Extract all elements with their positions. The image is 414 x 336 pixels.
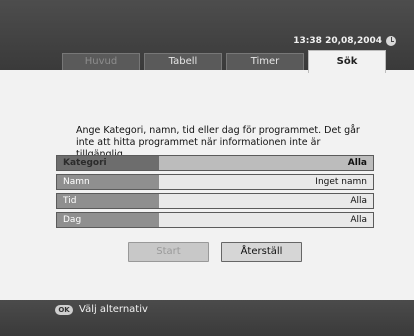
footer-hint: OK Välj alternativ bbox=[55, 304, 148, 315]
tab-tabell[interactable]: Tabell bbox=[144, 53, 222, 70]
action-buttons: Start Återställ bbox=[128, 242, 302, 262]
footer-hint-text: Välj alternativ bbox=[79, 304, 148, 315]
footer-bar: OK Välj alternativ bbox=[0, 300, 414, 336]
datetime-text: 13:38 20,08,2004 bbox=[293, 36, 382, 46]
top-bar: 13:38 20,08,2004 Huvud Tabell Timer Sök bbox=[0, 0, 414, 73]
tab-timer[interactable]: Timer bbox=[226, 53, 304, 70]
field-value[interactable]: Alla bbox=[159, 194, 373, 208]
field-value[interactable]: Alla bbox=[159, 213, 373, 227]
start-button[interactable]: Start bbox=[128, 242, 209, 262]
field-label: Dag bbox=[57, 213, 159, 227]
field-label: Tid bbox=[57, 194, 159, 208]
field-row-tid[interactable]: Tid Alla bbox=[56, 193, 374, 209]
field-value[interactable]: Alla bbox=[159, 156, 373, 170]
clock-icon bbox=[386, 36, 396, 46]
field-label: Namn bbox=[57, 175, 159, 189]
field-row-namn[interactable]: Namn Inget namn bbox=[56, 174, 374, 190]
tab-huvud[interactable]: Huvud bbox=[62, 53, 140, 70]
field-row-kategori[interactable]: Kategori Alla bbox=[56, 155, 374, 171]
reset-button[interactable]: Återställ bbox=[221, 242, 302, 262]
ok-button-icon: OK bbox=[55, 304, 73, 315]
content-area: Ange Kategori, namn, tid eller dag för p… bbox=[54, 70, 378, 300]
epg-search-screen: 13:38 20,08,2004 Huvud Tabell Timer Sök … bbox=[0, 0, 414, 336]
field-value[interactable]: Inget namn bbox=[159, 175, 373, 189]
field-row-dag[interactable]: Dag Alla bbox=[56, 212, 374, 228]
search-form: Kategori Alla Namn Inget namn Tid Alla D… bbox=[56, 155, 374, 228]
field-label: Kategori bbox=[57, 156, 159, 170]
datetime-display: 13:38 20,08,2004 bbox=[293, 36, 396, 46]
